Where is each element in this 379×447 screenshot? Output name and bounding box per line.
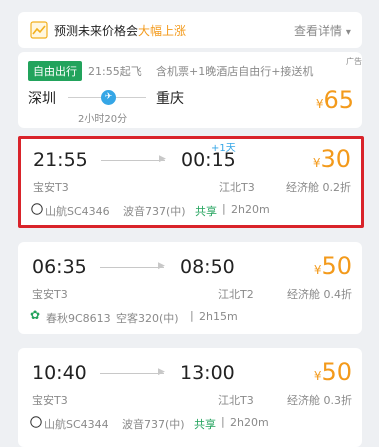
separator: |: [222, 202, 226, 215]
flight-price: ¥30: [312, 145, 351, 173]
aircraft-type: 波音737(中): [122, 418, 185, 431]
codeshare-tag: 共享: [195, 205, 217, 218]
spring-airlines-logo-icon: ✿: [30, 308, 41, 322]
ad-duration: 2小时20分: [78, 114, 128, 125]
flight-card-1[interactable]: 21:55 ▶ +1天 00:15 ¥30 宝安T3 江北T3 经济舱 0.2折…: [18, 136, 364, 228]
ad-origin-city: 深圳: [28, 91, 56, 107]
arrival-airport: 江北T3: [218, 394, 254, 407]
cabin-discount: 经济舱 0.2折: [286, 181, 351, 194]
arrival-time: 08:50: [180, 256, 235, 278]
arrow-head-icon: ▶: [159, 154, 166, 164]
shandong-airlines-logo-icon: [31, 203, 43, 215]
prediction-highlight: 大幅上涨: [138, 24, 187, 38]
departure-time: 21:55: [33, 149, 88, 171]
aircraft-type: 空客320(中): [116, 312, 179, 325]
ad-departure-time: 21:55起飞: [88, 65, 142, 78]
trend-chart-icon: [30, 21, 48, 39]
flight-duration: 2h20m: [231, 203, 270, 216]
view-details-link[interactable]: 查看详情 ▾: [294, 22, 351, 39]
price-prediction-card[interactable]: 预测未来价格会大幅上涨 查看详情 ▾: [18, 12, 362, 48]
arrival-airport: 江北T3: [219, 181, 255, 194]
flight-price: ¥50: [313, 252, 352, 280]
flight-card-3[interactable]: 10:40 ▶ 13:00 ¥50 宝安T3 江北T3 经济舱 0.3折 山航S…: [18, 348, 362, 447]
flight-duration: 2h20m: [230, 416, 269, 429]
prediction-text: 预测未来价格会: [54, 24, 139, 38]
flight-card-2[interactable]: 06:35 ▶ 08:50 ¥50 宝安T3 江北T2 经济舱 0.4折 ✿ 春…: [18, 242, 362, 334]
separator: |: [190, 309, 194, 322]
ad-destination-city: 重庆: [156, 91, 184, 107]
arrow-head-icon: ▶: [158, 261, 165, 271]
cabin-discount: 经济舱 0.4折: [287, 288, 352, 301]
departure-time: 06:35: [32, 256, 87, 278]
ad-description: 含机票+1晚酒店自由行+接送机: [156, 65, 314, 78]
departure-time: 10:40: [32, 362, 87, 384]
ad-label: 广告: [346, 57, 362, 66]
free-travel-badge: 自由出行: [28, 61, 82, 81]
route-arrow: [100, 373, 164, 374]
screen: { "prediction": { "text_prefix": "预测未来价格…: [0, 0, 379, 447]
flight-price: ¥50: [313, 358, 352, 386]
cabin-discount: 经济舱 0.3折: [287, 394, 352, 407]
codeshare-tag: 共享: [194, 418, 216, 431]
arrival-airport: 江北T2: [218, 288, 254, 301]
departure-airport: 宝安T3: [32, 288, 68, 301]
arrival-time: 13:00: [180, 362, 235, 384]
ad-price: ¥65: [315, 86, 354, 114]
flight-duration: 2h15m: [199, 310, 238, 323]
package-ad-card[interactable]: 自由出行 21:55起飞 含机票+1晚酒店自由行+接送机 广告 深圳 ✈ 2小时…: [18, 52, 362, 128]
airline-flight-number: 春秋9C8613: [46, 312, 111, 325]
departure-airport: 宝安T3: [32, 394, 68, 407]
departure-airport: 宝安T3: [33, 181, 69, 194]
airline-flight-number: 山航SC4344: [44, 418, 109, 431]
shandong-airlines-logo-icon: [30, 416, 42, 428]
aircraft-type: 波音737(中): [123, 205, 186, 218]
separator: |: [221, 415, 225, 428]
arrival-time: 00:15: [181, 149, 236, 171]
chevron-down-icon: ▾: [345, 27, 351, 38]
plane-icon: ✈: [101, 90, 116, 105]
airline-flight-number: 山航SC4346: [45, 205, 110, 218]
arrow-head-icon: ▶: [158, 367, 165, 377]
route-arrow: [100, 267, 164, 268]
route-arrow: [101, 160, 165, 161]
